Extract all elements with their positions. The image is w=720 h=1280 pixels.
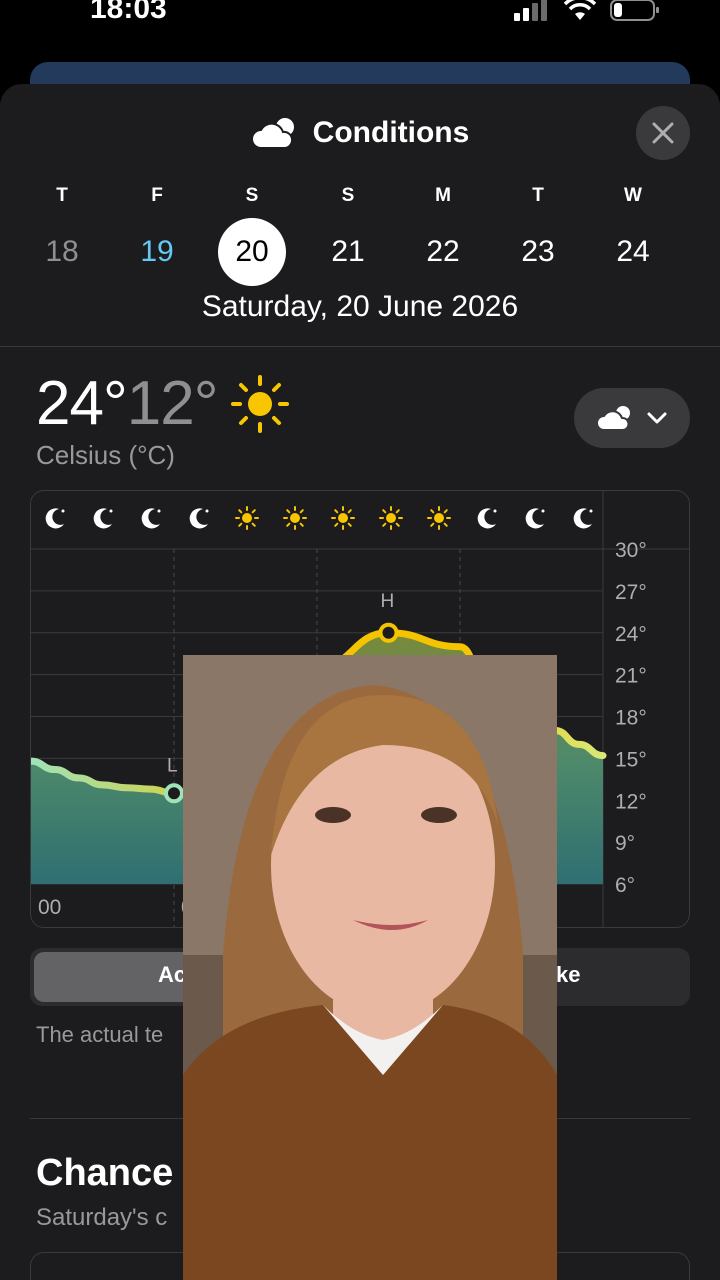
chart-description: The actual te	[36, 1022, 164, 1047]
moon-icon	[141, 508, 161, 529]
day-24-button[interactable]: 24	[599, 218, 667, 286]
moon-icon	[573, 508, 593, 529]
section-title: Chance	[36, 1152, 174, 1194]
battery-icon	[610, 0, 659, 21]
person-image	[183, 655, 557, 1280]
y-tick-label: 30°	[615, 539, 647, 562]
temperature-summary: 24° 12°	[36, 368, 292, 439]
cellular-signal-icon	[514, 0, 547, 21]
day-letter: M	[435, 185, 451, 206]
y-tick-label: 24°	[615, 623, 647, 646]
day-letter: S	[245, 185, 259, 206]
high-marker-dot	[378, 622, 399, 643]
moon-icon	[189, 508, 209, 529]
low-temperature: 12°	[126, 369, 219, 438]
close-button[interactable]	[636, 106, 690, 160]
status-icons	[514, 0, 660, 22]
moon-icon	[525, 508, 545, 529]
low-marker-label: L	[167, 755, 178, 776]
sun-icon	[230, 374, 289, 433]
sun-icon	[283, 506, 307, 530]
y-tick-label: 6°	[615, 874, 635, 897]
low-marker-dot	[164, 783, 184, 804]
wifi-icon	[564, 0, 596, 20]
sheet-header: Conditions	[0, 108, 720, 158]
day-22-button[interactable]: 22	[409, 218, 477, 286]
moon-icon	[45, 508, 65, 529]
person-video-overlay	[183, 655, 557, 1280]
status-bar: 18:03	[0, 0, 720, 40]
high-marker-label: H	[381, 591, 395, 612]
divider	[0, 346, 720, 347]
x-tick-label: 00	[38, 896, 61, 919]
header-title: Conditions	[312, 116, 470, 149]
segment-feels-like-label[interactable]: ke	[556, 962, 580, 988]
day-letter: F	[151, 185, 163, 206]
y-tick-label: 27°	[615, 581, 647, 604]
chevron-down-icon	[647, 412, 667, 424]
sun-icon	[331, 506, 355, 530]
temperature-unit: Celsius (°C)	[36, 440, 175, 470]
sun-icon	[379, 506, 403, 530]
day-21-button[interactable]: 21	[314, 218, 382, 286]
cloud-sun-icon	[250, 118, 294, 149]
y-tick-label: 12°	[615, 790, 647, 813]
sun-icon	[427, 506, 451, 530]
cloud-icon	[596, 406, 630, 431]
day-letter: W	[624, 185, 642, 206]
sun-icon	[235, 506, 259, 530]
selected-date: Saturday, 20 June 2026	[201, 290, 519, 323]
section-subtitle: Saturday's c	[36, 1204, 168, 1231]
close-icon	[652, 122, 674, 144]
y-tick-label: 9°	[615, 832, 635, 855]
y-tick-label: 15°	[615, 748, 647, 771]
day-20-button[interactable]: 20	[218, 218, 286, 286]
y-tick-label: 18°	[615, 707, 647, 730]
day-letter: T	[532, 185, 544, 206]
day-letter: T	[56, 185, 68, 206]
moon-icon	[93, 508, 113, 529]
status-time: 18:03	[90, 0, 167, 25]
moon-icon	[477, 508, 497, 529]
day-2-button[interactable]: 2	[694, 218, 720, 286]
y-tick-label: 21°	[615, 665, 647, 688]
high-temperature: 24°	[36, 369, 128, 438]
day-18-button[interactable]: 18	[28, 218, 96, 286]
condition-picker-button[interactable]	[574, 388, 690, 448]
day-23-button[interactable]: 23	[504, 218, 572, 286]
day-19-button[interactable]: 19	[123, 218, 191, 286]
day-letter: S	[341, 185, 355, 206]
